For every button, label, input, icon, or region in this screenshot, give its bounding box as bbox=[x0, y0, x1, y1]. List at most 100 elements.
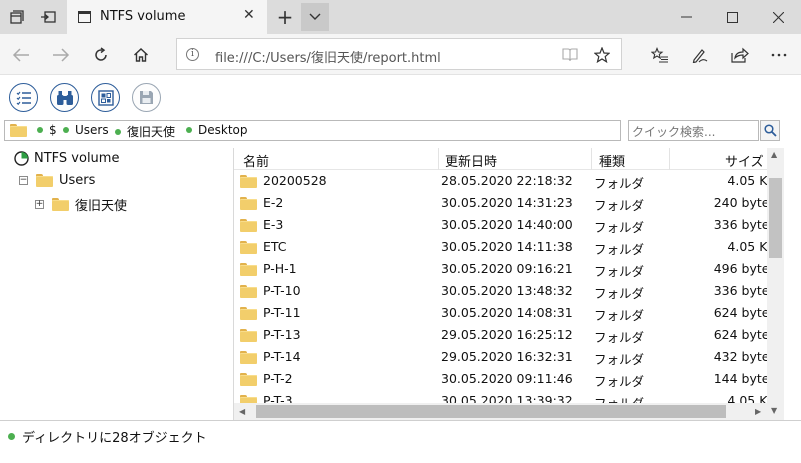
folder-icon bbox=[52, 198, 69, 211]
table-row[interactable]: P-H-1 30.05.2020 09:16:21 フォルダ 496 bytes bbox=[234, 258, 784, 280]
row-modified: 30.05.2020 14:11:38 bbox=[441, 239, 573, 254]
table-row[interactable]: P-T-13 29.05.2020 16:25:12 フォルダ 624 byte… bbox=[234, 324, 784, 346]
star-icon[interactable] bbox=[591, 45, 613, 65]
folder-icon bbox=[240, 373, 257, 386]
notes-button[interactable] bbox=[685, 40, 715, 70]
find-button[interactable] bbox=[50, 83, 79, 112]
status-label: ディレクトリに28オブジェクト bbox=[22, 431, 207, 446]
disk-usage-icon bbox=[14, 151, 29, 166]
horizontal-scrollbar[interactable]: ◀ ▶ bbox=[234, 403, 767, 420]
row-modified: 30.05.2020 14:08:31 bbox=[441, 305, 573, 320]
vertical-scroll-thumb[interactable] bbox=[769, 178, 782, 258]
row-size: 624 bytes bbox=[713, 305, 776, 320]
share-button[interactable] bbox=[725, 40, 755, 70]
scroll-down-icon[interactable]: ▼ bbox=[771, 406, 777, 415]
breadcrumb-item-user[interactable]: 復旧天使 bbox=[115, 123, 175, 140]
status-dot-icon bbox=[8, 433, 15, 440]
scroll-left-icon[interactable]: ◀ bbox=[239, 407, 245, 416]
row-size: 336 bytes bbox=[713, 283, 776, 298]
maximize-button[interactable] bbox=[709, 0, 755, 34]
checklist-icon bbox=[16, 91, 31, 105]
expand-toggle[interactable]: + bbox=[35, 200, 44, 209]
row-type: フォルダ bbox=[594, 242, 645, 257]
column-divider[interactable] bbox=[669, 148, 670, 170]
row-name[interactable]: E-2 bbox=[263, 195, 283, 210]
row-name[interactable]: P-T-10 bbox=[263, 283, 301, 298]
report-page: $ Users 復旧天使 Desktop NTFS volume − Users… bbox=[0, 75, 801, 463]
column-divider[interactable] bbox=[591, 148, 592, 170]
row-type: フォルダ bbox=[594, 308, 645, 323]
vertical-scrollbar[interactable]: ▲ bbox=[767, 148, 784, 420]
row-size: 4.05 KB bbox=[727, 173, 776, 188]
row-name[interactable]: P-T-13 bbox=[263, 327, 301, 342]
quick-search-input[interactable] bbox=[628, 120, 759, 141]
favorites-button[interactable] bbox=[645, 40, 675, 70]
table-row[interactable]: E-3 30.05.2020 14:40:00 フォルダ 336 bytes bbox=[234, 214, 784, 236]
folder-icon bbox=[10, 124, 27, 137]
refresh-button[interactable] bbox=[86, 40, 116, 70]
breadcrumb-item-root[interactable]: $ bbox=[37, 123, 57, 137]
column-divider[interactable] bbox=[438, 148, 439, 170]
back-button[interactable] bbox=[6, 40, 36, 70]
tab-preview-button[interactable] bbox=[301, 3, 329, 31]
tab-actions-icon[interactable] bbox=[3, 3, 31, 31]
home-button[interactable] bbox=[126, 40, 156, 70]
tab-active[interactable]: NTFS volume ✕ bbox=[67, 0, 267, 34]
more-button[interactable] bbox=[764, 40, 794, 70]
tab-aside-icon[interactable] bbox=[34, 3, 62, 31]
row-name[interactable]: E-3 bbox=[263, 217, 283, 232]
scroll-up-icon[interactable]: ▲ bbox=[771, 150, 777, 159]
table-row[interactable]: P-T-2 30.05.2020 09:11:46 フォルダ 144 bytes bbox=[234, 368, 784, 390]
new-tab-button[interactable]: + bbox=[270, 3, 300, 31]
column-type-header[interactable]: 種類 bbox=[599, 151, 625, 170]
table-row[interactable]: P-T-14 29.05.2020 16:32:31 フォルダ 432 byte… bbox=[234, 346, 784, 368]
reading-view-icon[interactable] bbox=[559, 45, 581, 65]
table-row[interactable]: 20200528 28.05.2020 22:18:32 フォルダ 4.05 K… bbox=[234, 170, 784, 192]
collapse-toggle[interactable]: − bbox=[19, 176, 28, 185]
tree-node-users[interactable]: − Users bbox=[19, 173, 95, 188]
tree-node-user[interactable]: + 復旧天使 bbox=[35, 195, 127, 214]
row-name[interactable]: P-T-11 bbox=[263, 305, 301, 320]
column-modified-header[interactable]: 更新日時 bbox=[445, 151, 497, 170]
minimize-button[interactable] bbox=[663, 0, 709, 34]
horizontal-scroll-thumb[interactable] bbox=[256, 405, 726, 418]
info-icon[interactable]: i bbox=[186, 48, 199, 61]
row-name[interactable]: P-H-1 bbox=[263, 261, 297, 276]
row-name[interactable]: P-T-14 bbox=[263, 349, 301, 364]
forward-button[interactable] bbox=[46, 40, 76, 70]
table-row[interactable]: ETC 30.05.2020 14:11:38 フォルダ 4.05 KB bbox=[234, 236, 784, 258]
page-icon bbox=[78, 11, 91, 23]
row-name[interactable]: ETC bbox=[263, 239, 287, 254]
address-url[interactable]: file:///C:/Users/復旧天使/report.html bbox=[215, 47, 441, 66]
table-row[interactable]: P-T-11 30.05.2020 14:08:31 フォルダ 624 byte… bbox=[234, 302, 784, 324]
folder-icon bbox=[36, 174, 53, 187]
save-button[interactable] bbox=[132, 83, 161, 112]
tree-node-root[interactable]: NTFS volume bbox=[14, 151, 119, 166]
status-dot-icon bbox=[37, 127, 43, 133]
table-row[interactable]: P-T-10 30.05.2020 13:48:32 フォルダ 336 byte… bbox=[234, 280, 784, 302]
row-name[interactable]: 20200528 bbox=[263, 173, 327, 188]
share-icon bbox=[731, 47, 749, 63]
search-button[interactable] bbox=[760, 120, 780, 141]
status-dot-icon bbox=[186, 127, 192, 133]
view-grid-button[interactable] bbox=[91, 83, 120, 112]
breadcrumb-item-users[interactable]: Users bbox=[63, 123, 109, 137]
table-row[interactable]: E-2 30.05.2020 14:31:23 フォルダ 240 bytes bbox=[234, 192, 784, 214]
scroll-down-area[interactable]: ▼ bbox=[767, 403, 784, 420]
column-name-header[interactable]: 名前 bbox=[243, 151, 269, 170]
status-dot-icon bbox=[63, 127, 69, 133]
scroll-right-icon[interactable]: ▶ bbox=[755, 407, 761, 416]
column-size-header[interactable]: サイズ bbox=[725, 151, 764, 170]
address-bar[interactable]: i file:///C:/Users/復旧天使/report.html bbox=[176, 38, 622, 70]
row-type: フォルダ bbox=[594, 220, 645, 235]
tab-close-button[interactable]: ✕ bbox=[243, 7, 255, 23]
folder-icon bbox=[240, 197, 257, 210]
folder-icon bbox=[240, 351, 257, 364]
status-dot-icon bbox=[115, 128, 121, 135]
row-type: フォルダ bbox=[594, 264, 645, 279]
status-text: ディレクトリに28オブジェクト bbox=[8, 427, 207, 446]
breadcrumb-item-desktop[interactable]: Desktop bbox=[186, 123, 248, 137]
checklist-button[interactable] bbox=[9, 83, 38, 112]
close-window-button[interactable] bbox=[755, 0, 801, 34]
row-name[interactable]: P-T-2 bbox=[263, 371, 293, 386]
